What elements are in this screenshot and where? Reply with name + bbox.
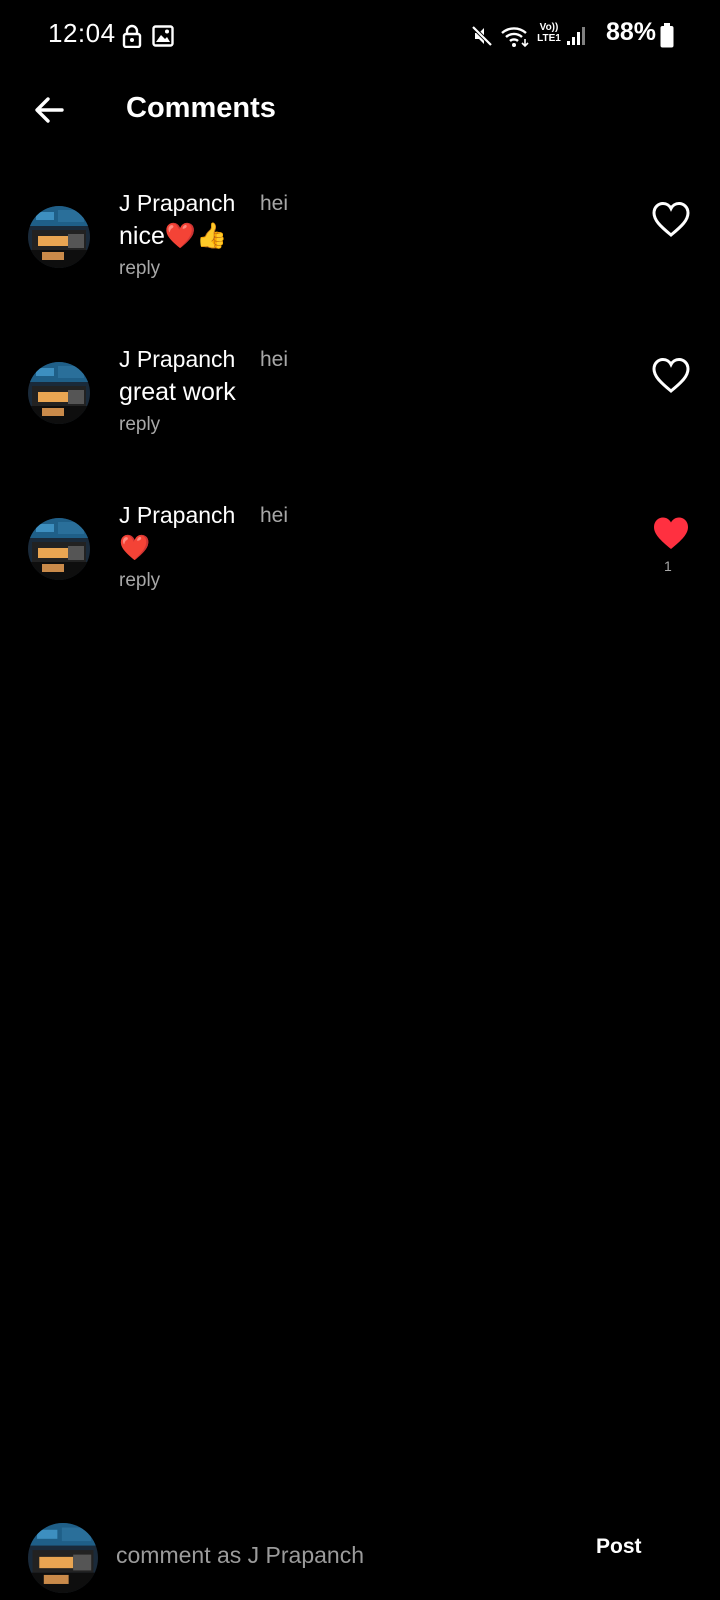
comment-input[interactable] — [112, 1533, 560, 1577]
heart-outline-icon[interactable] — [652, 358, 690, 394]
avatar[interactable] — [28, 362, 90, 424]
like-count: 1 — [664, 558, 672, 574]
comment-item: J Prapanch hei ❤️ reply 1 — [0, 502, 720, 632]
gallery-icon — [152, 25, 174, 47]
reply-link[interactable]: reply — [119, 414, 160, 436]
battery-icon — [660, 23, 674, 48]
app-bar: Comments — [0, 72, 720, 152]
avatar — [28, 1523, 98, 1593]
comment-author[interactable]: J Prapanch — [119, 190, 235, 217]
comment-text: ❤️ — [119, 534, 151, 562]
lock-icon — [122, 24, 142, 48]
wifi-icon — [501, 27, 529, 48]
comment-time: hei — [260, 192, 289, 215]
post-button[interactable]: Post — [596, 1535, 642, 1559]
comment-author[interactable]: J Prapanch — [119, 346, 235, 373]
reply-link[interactable]: reply — [119, 258, 160, 280]
comment-time: hei — [260, 504, 289, 527]
arrow-left-icon[interactable] — [30, 90, 70, 130]
comment-author[interactable]: J Prapanch — [119, 502, 235, 529]
comment-text: great work — [119, 378, 236, 406]
signal-icon — [567, 27, 585, 45]
comment-composer: Post — [0, 1515, 720, 1600]
avatar[interactable] — [28, 518, 90, 580]
volte-label: Vo)) LTE1 — [537, 22, 561, 44]
heart-outline-icon[interactable] — [652, 202, 690, 238]
avatar[interactable] — [28, 206, 90, 268]
heart-filled-icon[interactable] — [652, 516, 690, 552]
comment-time: hei — [260, 348, 289, 371]
reply-link[interactable]: reply — [119, 570, 160, 592]
battery-percent: 88% — [606, 18, 657, 46]
status-bar: 12:04 Vo)) LTE1 88% — [0, 0, 720, 72]
status-time: 12:04 — [48, 18, 116, 48]
comment-item: J Prapanch hei great work reply — [0, 346, 720, 476]
mute-icon — [471, 25, 493, 47]
page-title: Comments — [126, 92, 276, 124]
comment-item: J Prapanch hei nice❤️👍 reply — [0, 190, 720, 320]
comment-text: nice❤️👍 — [119, 222, 228, 250]
